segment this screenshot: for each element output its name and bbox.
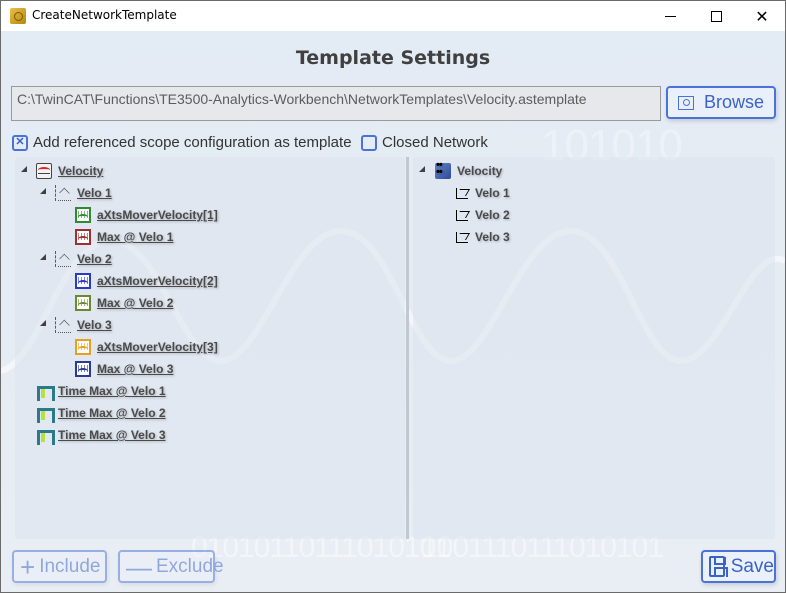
- exclude-button[interactable]: — Exclude: [118, 550, 224, 583]
- tree-item-time-signal[interactable]: Time Max @ Velo 2: [36, 403, 166, 423]
- tree-item-chart[interactable]: Velo 3: [55, 315, 112, 335]
- channel-icon: [75, 229, 91, 245]
- minimize-button[interactable]: [647, 1, 693, 31]
- close-button[interactable]: ✕: [739, 1, 785, 31]
- tree-item-network-node[interactable]: Velo 2: [455, 205, 510, 225]
- tree-item-label: Velocity: [457, 164, 503, 178]
- page-title: Template Settings: [295, 47, 491, 69]
- tree-item-scope-root[interactable]: Velocity: [36, 161, 103, 181]
- tree-item-channel[interactable]: aXtsMoverVelocity[1]: [75, 205, 218, 225]
- tree-item-channel[interactable]: aXtsMoverVelocity[2]: [75, 271, 218, 291]
- tree-item-label: Max @ Velo 1: [97, 230, 174, 244]
- tree-item-channel[interactable]: aXtsMoverVelocity[3]: [75, 337, 218, 357]
- browse-folder-icon: [678, 95, 694, 110]
- time-signal-icon: [36, 427, 55, 445]
- browse-button[interactable]: Browse: [666, 86, 776, 119]
- scope-icon: [36, 163, 52, 179]
- channel-icon: [75, 207, 91, 223]
- template-path-field[interactable]: C:\TwinCAT\Functions\TE3500-Analytics-Wo…: [11, 86, 661, 121]
- include-button-label: Include: [39, 555, 101, 577]
- tree-item-label: Velo 3: [475, 230, 510, 244]
- tree-item-time-signal[interactable]: Time Max @ Velo 1: [36, 381, 166, 401]
- expand-collapse-icon[interactable]: [40, 188, 46, 194]
- minus-icon: —: [126, 551, 152, 582]
- step-function-icon: [455, 208, 469, 222]
- closed-network-checkbox[interactable]: Closed Network: [361, 134, 488, 151]
- close-icon: ✕: [755, 6, 769, 26]
- save-button-label: Save: [730, 555, 774, 577]
- tree-item-channel[interactable]: Max @ Velo 3: [75, 359, 173, 379]
- add-referenced-scope-checkbox[interactable]: ✕ Add referenced scope configuration as …: [12, 134, 352, 151]
- channel-icon: [75, 295, 91, 311]
- time-signal-icon: [36, 405, 55, 423]
- checkbox-unchecked-icon[interactable]: [361, 134, 377, 151]
- tree-item-chart[interactable]: Velo 2: [55, 249, 112, 269]
- closed-network-label: Closed Network: [382, 134, 488, 151]
- tree-item-label: Time Max @ Velo 3: [58, 428, 166, 442]
- browse-button-label: Browse: [704, 92, 765, 112]
- tree-item-label: aXtsMoverVelocity[3]: [97, 340, 218, 354]
- tree-item-time-signal[interactable]: Time Max @ Velo 3: [36, 425, 166, 445]
- expand-collapse-icon[interactable]: [40, 320, 46, 326]
- tree-item-label: Velo 1: [475, 186, 510, 200]
- time-signal-icon: [36, 383, 55, 401]
- channel-icon: [75, 361, 91, 377]
- tree-item-label: Velo 1: [77, 186, 112, 200]
- checkbox-checked-icon[interactable]: ✕: [12, 134, 28, 151]
- tree-item-label: aXtsMoverVelocity[2]: [97, 274, 218, 288]
- tree-item-network-node[interactable]: Velo 3: [455, 227, 510, 247]
- chart-icon: [55, 185, 71, 201]
- tree-item-label: Velo 2: [77, 252, 112, 266]
- tree-item-label: Max @ Velo 2: [97, 296, 174, 310]
- maximize-icon: [710, 10, 722, 22]
- maximize-button[interactable]: [693, 1, 739, 31]
- include-button[interactable]: + Include: [12, 550, 107, 583]
- expand-collapse-icon[interactable]: [21, 166, 27, 172]
- exclude-button-label: Exclude: [156, 555, 224, 577]
- tree-item-label: Time Max @ Velo 1: [58, 384, 166, 398]
- network-icon: [435, 159, 451, 179]
- dialog-content: 01010110111010101 1001110111010101 10101…: [1, 31, 785, 592]
- channel-icon: [75, 273, 91, 289]
- title-bar[interactable]: CreateNetworkTemplate ✕: [1, 1, 785, 31]
- tree-item-label: Velocity: [58, 164, 104, 178]
- tree-item-channel[interactable]: Max @ Velo 2: [75, 293, 173, 313]
- step-function-icon: [455, 186, 469, 200]
- tree-item-channel[interactable]: Max @ Velo 1: [75, 227, 173, 247]
- tree-item-chart[interactable]: Velo 1: [55, 183, 112, 203]
- panel-splitter[interactable]: [406, 157, 409, 539]
- tree-item-label: Velo 2: [475, 208, 510, 222]
- expand-collapse-icon[interactable]: [40, 254, 46, 260]
- chart-icon: [55, 251, 71, 267]
- tree-item-label: Velo 3: [77, 318, 112, 332]
- window-title: CreateNetworkTemplate: [32, 8, 177, 22]
- minimize-icon: [664, 15, 676, 17]
- tree-item-label: aXtsMoverVelocity[1]: [97, 208, 218, 222]
- chart-icon: [55, 317, 71, 333]
- tree-item-label: Max @ Velo 3: [97, 362, 174, 376]
- tree-item-network-root[interactable]: Velocity: [435, 159, 503, 181]
- save-button[interactable]: Save: [701, 550, 776, 583]
- dialog-window: CreateNetworkTemplate ✕ 0101011011101010…: [0, 0, 786, 593]
- step-function-icon: [455, 230, 469, 244]
- tree-item-label: Time Max @ Velo 2: [58, 406, 166, 420]
- save-icon: [709, 556, 728, 577]
- plus-icon: +: [20, 551, 36, 582]
- tree-item-network-node[interactable]: Velo 1: [455, 183, 510, 203]
- channel-icon: [75, 339, 91, 355]
- expand-collapse-icon[interactable]: [419, 166, 425, 172]
- add-referenced-scope-label: Add referenced scope configuration as te…: [33, 134, 352, 151]
- app-icon: [10, 8, 26, 24]
